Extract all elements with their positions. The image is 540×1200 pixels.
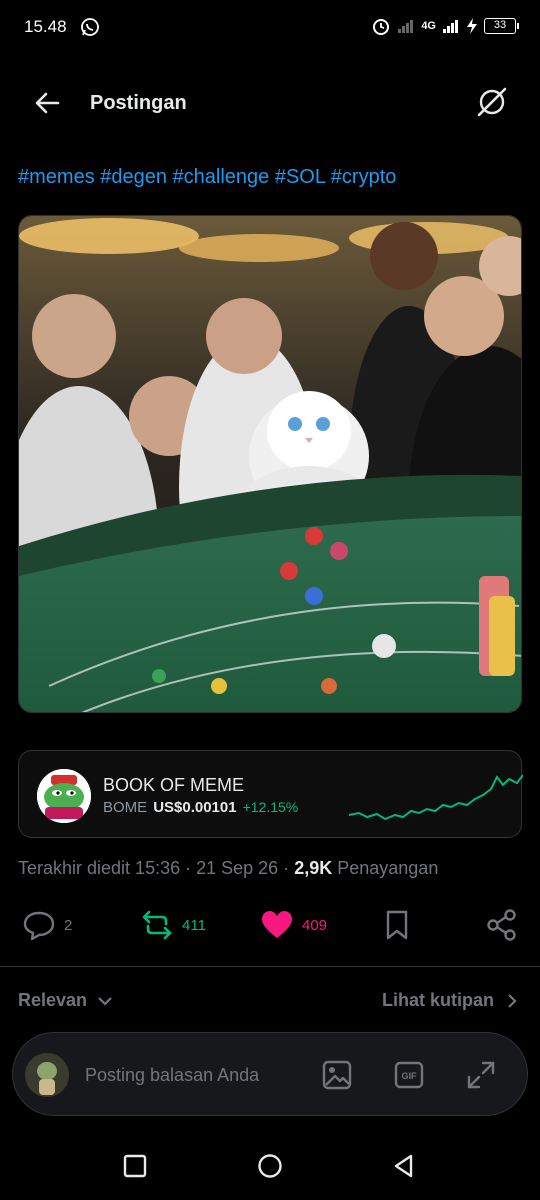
- like-button[interactable]: 409: [260, 908, 327, 942]
- grok-icon[interactable]: [474, 84, 510, 120]
- home-icon[interactable]: [256, 1152, 284, 1180]
- system-nav-bar: [0, 1136, 540, 1200]
- gif-icon[interactable]: GIF: [393, 1059, 425, 1091]
- token-ticker: BOME: [103, 799, 148, 816]
- retweet-icon: [142, 910, 172, 940]
- reply-input[interactable]: Posting balasan Anda: [85, 1065, 259, 1086]
- post-meta: Terakhir diedit 15:36 · 21 Sep 26 · 2,9K…: [18, 858, 438, 879]
- views-label: Penayangan: [337, 858, 439, 878]
- pepe-icon: [37, 769, 91, 823]
- app-header: Postingan: [0, 72, 540, 132]
- sort-row: Relevan Lihat kutipan: [0, 990, 540, 1018]
- token-avatar: [37, 769, 91, 823]
- token-price: US$0.00101: [153, 799, 237, 816]
- status-bar: 15.48 4G 33: [0, 0, 540, 56]
- chevron-down-icon: [98, 996, 112, 1006]
- charging-icon: [467, 18, 477, 34]
- recents-icon[interactable]: [121, 1152, 149, 1180]
- status-time: 15.48: [24, 17, 67, 36]
- views-count: 2,9K: [294, 858, 333, 878]
- retweet-count: 411: [182, 916, 206, 934]
- divider: [0, 966, 540, 967]
- whatsapp-icon: [81, 18, 99, 36]
- token-change: +12.15%: [242, 799, 299, 815]
- battery-indicator: 33: [484, 18, 519, 34]
- expand-icon[interactable]: [465, 1059, 497, 1091]
- price-sparkline: [349, 774, 523, 821]
- post-hashtags[interactable]: #memes #degen #challenge #SOL #crypto: [18, 166, 396, 189]
- signal-strength-icon: [443, 20, 458, 33]
- token-name: BOOK OF MEME: [103, 775, 245, 795]
- retweet-button[interactable]: 411: [140, 908, 206, 942]
- view-quotes-label: Lihat kutipan: [382, 990, 494, 1010]
- share-icon: [487, 909, 516, 941]
- alarm-icon: [373, 19, 390, 35]
- chevron-right-icon: [508, 993, 517, 1008]
- network-type: 4G: [421, 20, 436, 32]
- reply-button[interactable]: 2: [22, 908, 72, 942]
- token-card[interactable]: BOOK OF MEME BOME US$0.00101 +12.15%: [18, 750, 523, 838]
- reply-composer[interactable]: Posting balasan Anda GIF: [12, 1032, 528, 1116]
- reply-count: 2: [64, 916, 73, 934]
- page-title: Postingan: [90, 92, 187, 114]
- meme-image: [19, 216, 521, 712]
- reply-icon: [23, 911, 55, 941]
- edited-timestamp: Terakhir diedit 15:36 · 21 Sep 26 ·: [18, 858, 290, 878]
- like-count: 409: [302, 916, 328, 934]
- avatar-image: [25, 1053, 69, 1097]
- image-icon[interactable]: [321, 1059, 353, 1091]
- post-image[interactable]: [18, 215, 522, 713]
- back-arrow-icon[interactable]: [30, 86, 64, 120]
- sort-relevance-label: Relevan: [18, 990, 88, 1010]
- user-avatar: [25, 1053, 69, 1097]
- bookmark-icon: [386, 910, 408, 940]
- heart-icon: [262, 911, 292, 938]
- bookmark-button[interactable]: [380, 908, 414, 942]
- back-nav-icon[interactable]: [390, 1152, 418, 1180]
- signal-icon: [398, 20, 414, 33]
- token-price-row: BOME US$0.00101 +12.15%: [103, 799, 298, 816]
- action-bar: 2 411 409: [0, 904, 540, 948]
- status-icons: 4G 33: [371, 16, 519, 36]
- view-quotes-link[interactable]: Lihat kutipan: [382, 990, 518, 1011]
- sort-relevance-button[interactable]: Relevan: [18, 990, 113, 1011]
- share-button[interactable]: [486, 908, 518, 942]
- svg-text:GIF: GIF: [402, 1071, 418, 1081]
